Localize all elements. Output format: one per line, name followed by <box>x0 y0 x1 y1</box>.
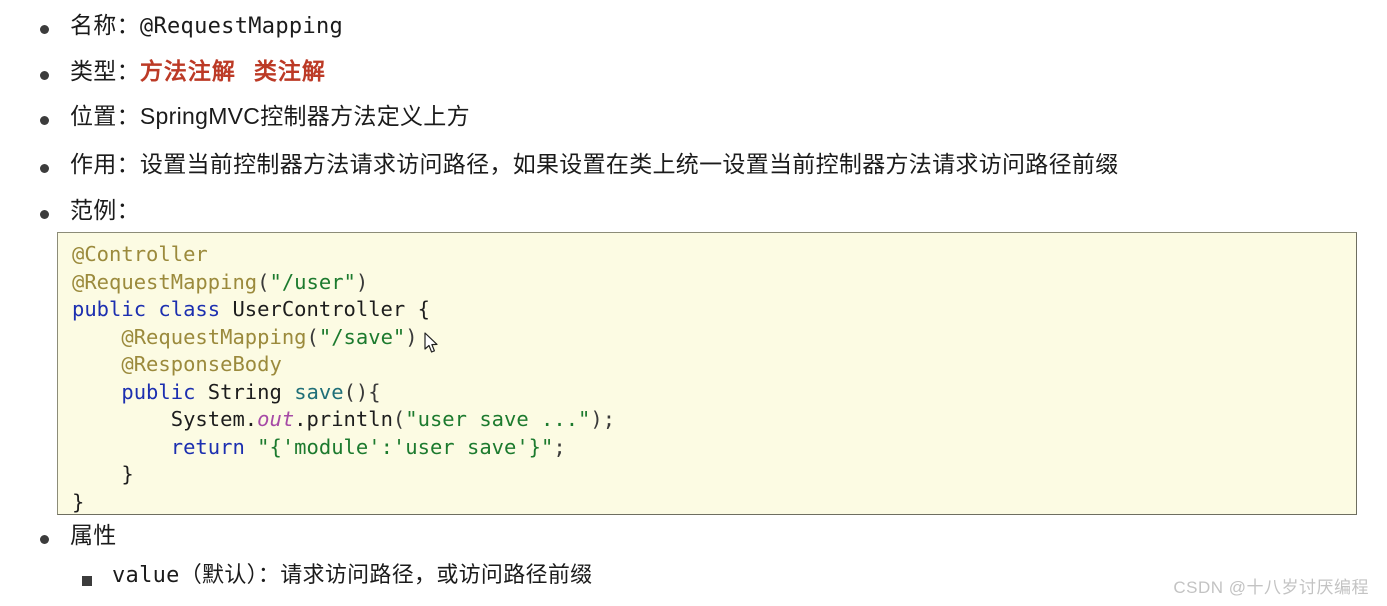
code-token-ann: @RequestMapping <box>121 324 307 349</box>
disc-bullet-icon <box>36 524 70 550</box>
bullet-item-type: 类型：方法注解 类注解 <box>0 60 1387 86</box>
code-token-cls: } <box>72 462 134 486</box>
code-token-punc: ( <box>306 324 319 349</box>
code-token-cls: UserController { <box>232 297 430 321</box>
code-line: @Controller <box>72 241 1356 269</box>
bullet-item-name-text: 名称：@RequestMapping <box>70 14 1387 38</box>
slide-page: { "bullets": [ { "marker": "disc", "labe… <box>0 0 1387 606</box>
code-token-punc: ) <box>355 269 369 294</box>
code-token-str: "/user" <box>269 269 356 294</box>
code-token-punc <box>72 380 121 404</box>
bullet-item-name: 名称：@RequestMapping <box>0 14 1387 40</box>
code-line: System.out.println("user save ..."); <box>72 406 1356 434</box>
code-token-punc: ) <box>405 324 418 349</box>
code-token-cls: } <box>72 489 85 514</box>
bullet-item-position: 位置：SpringMVC控制器方法定义上方 <box>0 105 1387 131</box>
bullet-item-usage-text: 作用：设置当前控制器方法请求访问路径，如果设置在类上统一设置当前控制器方法请求访… <box>70 153 1387 176</box>
code-token-punc: (){ <box>343 379 381 404</box>
code-token-ann: @Controller <box>72 242 208 266</box>
bullet-value-type-class: 类注解 <box>253 58 326 84</box>
code-token-punc <box>72 325 121 349</box>
code-token-meth: save <box>294 379 344 404</box>
code-token-ann: @RequestMapping <box>72 269 258 294</box>
square-bullet-icon <box>78 565 112 591</box>
code-token-str: "/save" <box>318 324 406 349</box>
code-token-str: "user save ..." <box>405 407 591 431</box>
code-line: @RequestMapping("/user") <box>72 269 1356 297</box>
code-token-kw: public class <box>72 297 233 321</box>
code-line: } <box>72 461 1356 489</box>
code-token-kw: public <box>121 379 208 404</box>
csdn-watermark: CSDN @十八岁讨厌编程 <box>1173 578 1369 597</box>
bullet-label-name: 名称： <box>70 12 140 38</box>
code-token-cls: System. <box>72 407 258 431</box>
disc-bullet-icon <box>36 199 70 225</box>
bullet-label-attributes: 属性 <box>70 522 117 548</box>
bullet-value-type-method: 方法注解 <box>139 58 236 84</box>
bullet-label-usage: 作用： <box>70 151 140 177</box>
bullet-item-example: 范例： <box>0 199 1387 225</box>
disc-bullet-icon <box>36 14 70 40</box>
bullet-label-position: 位置： <box>70 103 140 129</box>
code-line: @RequestMapping("/save") <box>72 324 1356 352</box>
code-line: public class UserController { <box>72 296 1356 324</box>
code-token-cls: String <box>207 379 295 404</box>
bullet-item-type-text: 类型：方法注解 类注解 <box>70 60 1387 83</box>
code-token-field: out <box>257 407 295 431</box>
code-token-punc: ; <box>553 434 566 459</box>
bullet-label-example: 范例： <box>70 197 140 223</box>
code-line: public String save(){ <box>72 379 1356 407</box>
bullet-value-position: SpringMVC控制器方法定义上方 <box>139 103 470 129</box>
bullet-item-attributes: 属性 <box>0 524 1387 550</box>
code-line: } <box>72 489 1356 515</box>
disc-bullet-icon <box>36 153 70 179</box>
code-token-kw: return <box>170 434 258 459</box>
code-token-punc: ( <box>392 407 406 431</box>
code-token-punc <box>72 352 121 376</box>
code-token-punc <box>72 435 171 459</box>
code-line: @ResponseBody <box>72 351 1356 379</box>
bullet-item-position-text: 位置：SpringMVC控制器方法定义上方 <box>70 105 1387 128</box>
code-token-punc: ( <box>257 269 270 294</box>
bullet-value-usage: 设置当前控制器方法请求访问路径，如果设置在类上统一设置当前控制器方法请求访问路径… <box>139 151 1119 177</box>
code-sample-block: @Controller @RequestMapping("/user") publi… <box>57 232 1357 515</box>
disc-bullet-icon <box>36 105 70 131</box>
disc-bullet-icon <box>36 60 70 86</box>
code-token-str: "{'module':'user save'}" <box>257 434 554 459</box>
bullet-value-name: @RequestMapping <box>139 14 344 39</box>
bullet-item-usage: 作用：设置当前控制器方法请求访问路径，如果设置在类上统一设置当前控制器方法请求访… <box>0 153 1387 179</box>
code-token-cls: .println <box>294 407 393 431</box>
code-token-punc: ); <box>590 407 616 431</box>
code-line: return "{'module':'user save'}"; <box>72 434 1356 462</box>
code-token-ann: @ResponseBody <box>121 352 282 376</box>
bullet-label-type: 类型： <box>70 58 140 84</box>
